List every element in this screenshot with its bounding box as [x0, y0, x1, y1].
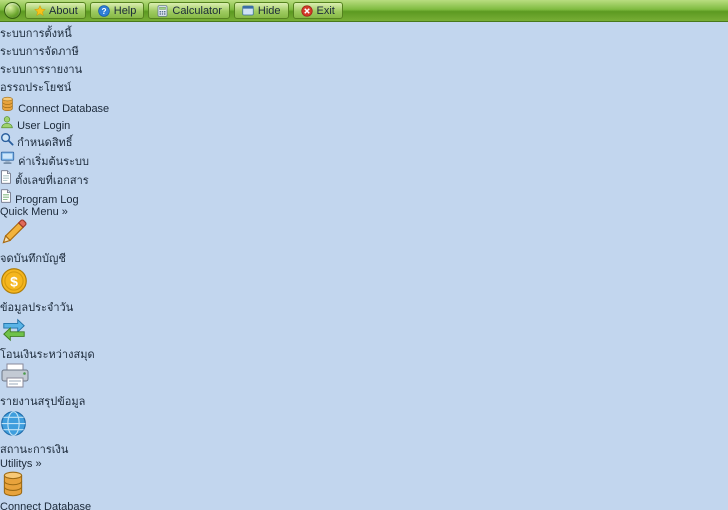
- about-label: About: [49, 4, 78, 17]
- document-number-button[interactable]: ตั้งเลขที่เอกสาร: [0, 170, 728, 189]
- connect-database-label: Connect Database: [18, 103, 110, 115]
- program-log-label: Program Log: [15, 194, 79, 206]
- sidebar-item-connect-database[interactable]: Connect Database: [0, 470, 728, 510]
- tab-report-system[interactable]: ระบบการรายงาน: [0, 60, 728, 78]
- sidebar-item-financial-status[interactable]: สถานะการเงิน: [0, 410, 728, 458]
- document-icon: [0, 170, 15, 187]
- sidebar-item-transfer[interactable]: โอนเงินระหว่างสมุด: [0, 316, 728, 363]
- sidebar-item-summary-report[interactable]: รายงานสรุปข้อมูล: [0, 363, 728, 410]
- system-defaults-label: ค่าเริ่มต้นระบบ: [18, 156, 89, 168]
- sidebar-item-daily-data[interactable]: $ ข้อมูลประจำวัน: [0, 267, 728, 316]
- help-icon: ?: [98, 4, 111, 17]
- collapse-chevron-icon: »: [61, 206, 68, 218]
- module-tabbar: ระบบการตั้งหนี้ ระบบการจัดภาษี ระบบการรา…: [0, 24, 728, 96]
- sidebar-item-label: ข้อมูลประจำวัน: [0, 302, 74, 314]
- pencil-icon: [0, 218, 728, 249]
- exit-icon: [301, 4, 314, 17]
- database-icon: [0, 470, 728, 501]
- about-button[interactable]: About: [25, 2, 86, 19]
- user-login-label: User Login: [17, 120, 71, 132]
- help-button[interactable]: ? Help: [89, 2, 145, 19]
- permissions-label: กำหนดสิทธิ์: [17, 137, 73, 149]
- sidebar-item-label: สถานะการเงิน: [0, 444, 69, 456]
- hide-button[interactable]: Hide: [233, 2, 289, 19]
- user-login-button[interactable]: User Login: [0, 115, 728, 132]
- tab-debt-system[interactable]: ระบบการตั้งหนี้: [0, 24, 728, 42]
- quick-menu-header[interactable]: Quick Menu »: [0, 206, 728, 218]
- calculator-icon: [156, 4, 169, 17]
- sidebar-item-label: Connect Database: [0, 501, 92, 510]
- program-log-button[interactable]: Program Log: [0, 189, 728, 206]
- document-number-label: ตั้งเลขที่เอกสาร: [15, 175, 89, 187]
- svg-text:$: $: [10, 273, 18, 289]
- computer-icon: [0, 151, 18, 168]
- app-titlebar: About ? Help Calculator Hide Exit: [0, 0, 728, 22]
- calculator-button[interactable]: Calculator: [148, 2, 230, 19]
- sidebar-item-label: จดบันทึกบัญชี: [0, 253, 66, 265]
- svg-text:?: ?: [102, 7, 107, 16]
- application-window: About ? Help Calculator Hide Exit THAiWA…: [0, 0, 728, 510]
- utilities-title: Utilitys: [0, 458, 33, 470]
- exit-label: Exit: [316, 4, 335, 17]
- collapse-chevron-icon: »: [35, 458, 42, 470]
- app-logo-icon[interactable]: [4, 2, 21, 19]
- connect-database-button[interactable]: Connect Database: [0, 96, 728, 115]
- magnifier-icon: [0, 133, 17, 149]
- star-icon: [33, 4, 46, 17]
- calculator-label: Calculator: [172, 4, 222, 17]
- exit-button[interactable]: Exit: [292, 2, 343, 19]
- sidebar-item-label: โอนเงินระหว่างสมุด: [0, 349, 95, 361]
- money-icon: $: [0, 267, 728, 298]
- transfer-arrows-icon: [0, 316, 728, 345]
- window-hide-icon: [242, 4, 255, 17]
- hide-label: Hide: [257, 4, 281, 17]
- globe-icon: [0, 410, 728, 440]
- utilities-header[interactable]: Utilitys »: [0, 458, 728, 470]
- sidebar-item-label: รายงานสรุปข้อมูล: [0, 396, 86, 408]
- quick-menu-title: Quick Menu: [0, 206, 59, 218]
- user-icon: [0, 116, 17, 132]
- sidebar-item-journal[interactable]: จดบันทึกบัญชี: [0, 218, 728, 267]
- sidebar: Quick Menu » จดบันทึกบัญชี $ ข้อมูลประจำ…: [0, 206, 728, 510]
- tab-utilities[interactable]: อรรถประโยชน์: [0, 78, 728, 96]
- system-defaults-button[interactable]: ค่าเริ่มต้นระบบ: [0, 151, 728, 170]
- log-icon: [0, 189, 15, 206]
- tab-tax-system[interactable]: ระบบการจัดภาษี: [0, 42, 728, 60]
- help-label: Help: [113, 4, 137, 17]
- database-icon: [0, 96, 18, 115]
- printer-icon: [0, 363, 728, 392]
- permissions-button[interactable]: กำหนดสิทธิ์: [0, 132, 728, 151]
- utilities-toolbar: Connect Database User Login กำหนดสิทธิ์ …: [0, 96, 728, 206]
